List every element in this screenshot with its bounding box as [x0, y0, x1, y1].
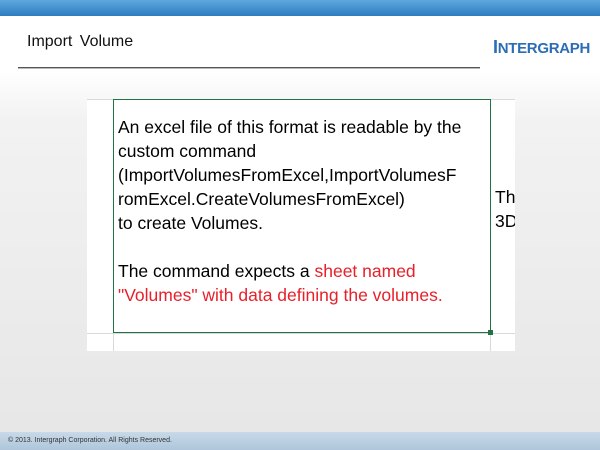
cell-line: An excel file of this format is readable…: [118, 117, 462, 137]
slide-title: Import Volume: [27, 33, 134, 50]
cell-text-red: sheet named: [314, 261, 416, 281]
logo-rest: NTERGRAPH: [497, 40, 591, 57]
adjacent-cell-text: 3D: [495, 211, 515, 231]
cell-line: to create Volumes.: [118, 213, 263, 233]
copyright-text: © 2013. Intergraph Corporation. All Righ…: [8, 437, 172, 444]
top-accent-bar: [0, 0, 600, 16]
cell-line-red: "Volumes" with data defining the volumes…: [118, 285, 443, 305]
fill-handle[interactable]: [488, 330, 493, 335]
cell-line: (ImportVolumesFromExcel,ImportVolumesF: [118, 165, 457, 185]
grid-line: [87, 333, 515, 334]
adjacent-cell-text: Th: [495, 187, 515, 207]
cell-line: romExcel.CreateVolumesFromExcel): [118, 189, 405, 209]
cell-text-black: The command expects a: [118, 261, 315, 281]
intergraph-logo: INTERGRAPH: [493, 37, 590, 58]
cell-line: The command expects a sheet named: [118, 259, 498, 283]
title-underline: [18, 67, 480, 68]
cell-content: An excel file of this format is readable…: [118, 115, 498, 307]
cell-line: custom command: [118, 141, 257, 161]
